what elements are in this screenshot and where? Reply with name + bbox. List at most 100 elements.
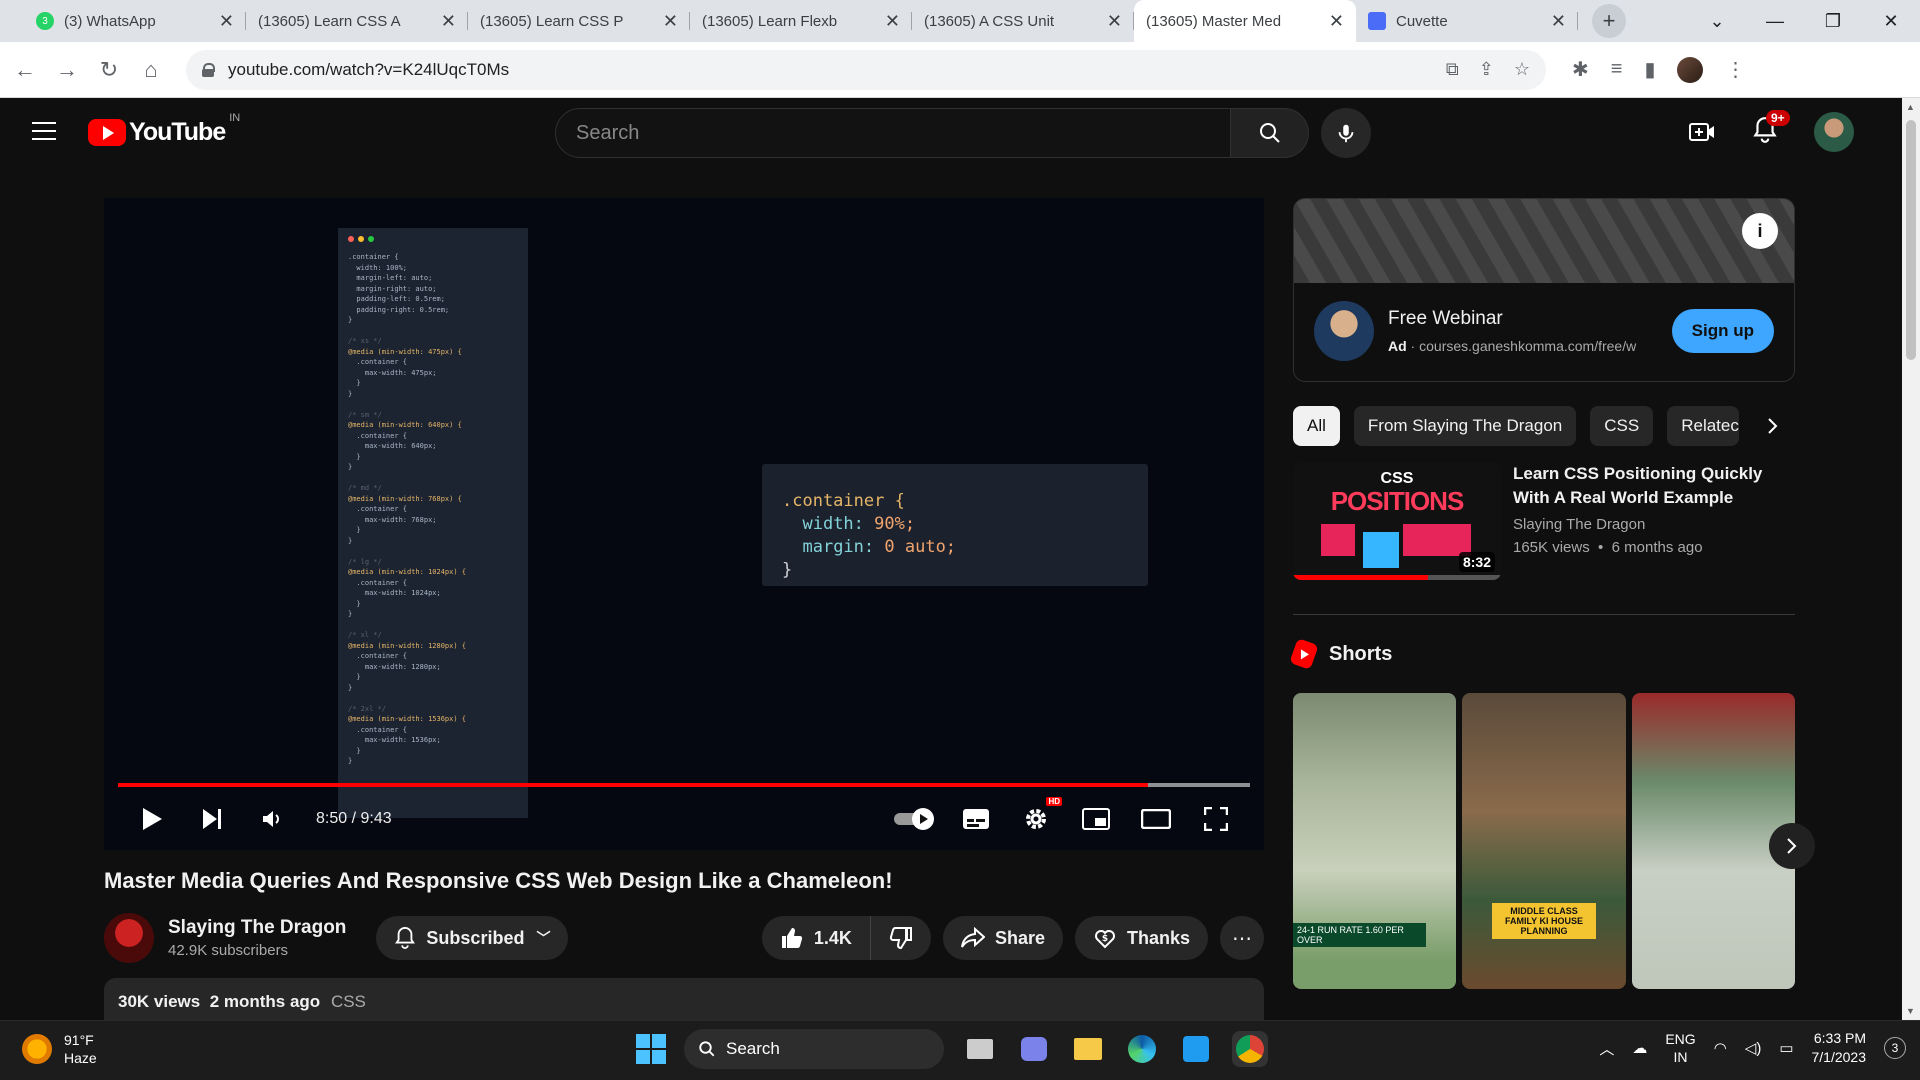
bookmark-star-icon[interactable]: ☆ <box>1514 59 1530 80</box>
search-button[interactable] <box>1231 108 1309 158</box>
recommended-video[interactable]: CSS POSITIONS 8:32 Learn CSS Positioning… <box>1293 462 1795 580</box>
youtube-logo[interactable]: YouTube IN <box>88 112 240 147</box>
filter-chip[interactable]: All <box>1293 406 1340 446</box>
tab-close-icon[interactable]: ✕ <box>663 11 678 32</box>
fullscreen-button[interactable] <box>1186 799 1246 839</box>
channel-name[interactable]: Slaying The Dragon <box>168 917 346 939</box>
guide-menu-icon[interactable] <box>32 122 56 140</box>
scroll-up-arrow[interactable]: ▲ <box>1906 102 1915 112</box>
create-video-icon[interactable] <box>1688 120 1716 144</box>
close-window-button[interactable]: ✕ <box>1862 0 1920 42</box>
filter-chip[interactable]: From Slaying The Dragon <box>1353 406 1577 446</box>
home-button[interactable]: ⌂ <box>130 49 172 91</box>
ad-banner[interactable]: i <box>1294 199 1794 283</box>
windows-start-icon[interactable] <box>636 1034 666 1064</box>
task-view-icon[interactable] <box>962 1031 998 1067</box>
miniplayer-button[interactable] <box>1066 799 1126 839</box>
extensions-icon[interactable]: ✱ <box>1572 57 1589 82</box>
ad-card[interactable]: i Free Webinar Ad · courses.ganeshkomma.… <box>1293 198 1795 382</box>
media-controls-icon[interactable]: ≡ <box>1611 58 1623 81</box>
browser-tab[interactable]: (13605) Learn Flexb ✕ <box>690 0 912 112</box>
shorts-next-button[interactable] <box>1769 823 1815 869</box>
filter-chip[interactable]: CSS <box>1590 406 1654 446</box>
new-tab-button[interactable]: + <box>1592 4 1626 38</box>
tab-search-icon[interactable]: ⌄ <box>1688 0 1746 42</box>
account-avatar[interactable] <box>1814 112 1854 152</box>
more-actions-button[interactable]: ⋯ <box>1220 916 1264 960</box>
next-button[interactable] <box>182 799 242 839</box>
share-page-icon[interactable]: ⇪ <box>1479 59 1494 80</box>
system-clock[interactable]: 6:33 PM 7/1/2023 <box>1812 1029 1867 1067</box>
code-line: margin-left: auto; <box>348 274 433 282</box>
edge-browser-icon[interactable] <box>1124 1031 1160 1067</box>
scrollbar-thumb[interactable] <box>1906 120 1916 360</box>
chips-next-button[interactable] <box>1753 406 1793 446</box>
side-panel-icon[interactable]: ▮ <box>1644 57 1655 82</box>
tab-close-icon[interactable]: ✕ <box>219 11 234 32</box>
tab-close-icon[interactable]: ✕ <box>1107 11 1122 32</box>
short-item[interactable]: 24-1 RUN RATE 1.60 PER OVER <box>1293 693 1457 989</box>
filter-chip[interactable]: Relatec <box>1667 406 1740 446</box>
tab-close-icon[interactable]: ✕ <box>1329 11 1344 32</box>
vscode-icon[interactable] <box>1178 1031 1214 1067</box>
omnibox[interactable]: youtube.com/watch?v=K24lUqcT0Ms ⧉ ⇪ ☆ <box>186 49 1546 90</box>
back-button[interactable]: ← <box>4 49 46 91</box>
autoplay-toggle[interactable] <box>886 799 946 839</box>
share-button[interactable]: Share <box>942 916 1063 960</box>
tab-close-icon[interactable]: ✕ <box>441 11 456 32</box>
search-input[interactable]: Search <box>555 108 1231 158</box>
short-item[interactable]: MIDDLE CLASS FAMILY KI HOUSE PLANNING <box>1462 693 1626 989</box>
video-tag[interactable]: CSS <box>331 992 366 1011</box>
seek-bar[interactable] <box>118 783 1250 787</box>
speaker-icon[interactable]: ◁) <box>1745 1039 1762 1057</box>
weather-widget[interactable]: 91°F Haze <box>22 1031 97 1067</box>
profile-avatar[interactable] <box>1677 56 1704 83</box>
recommended-channel[interactable]: Slaying The Dragon <box>1513 516 1783 533</box>
subtitles-button[interactable] <box>946 799 1006 839</box>
recommended-thumbnail[interactable]: CSS POSITIONS 8:32 <box>1293 462 1501 580</box>
scroll-down-arrow[interactable]: ▼ <box>1906 1006 1915 1016</box>
browser-menu-icon[interactable]: ⋮ <box>1725 57 1745 82</box>
description-box[interactable]: 30K views 2 months ago CSS <box>104 978 1264 1020</box>
play-button[interactable] <box>122 799 182 839</box>
taskbar-search[interactable]: Search <box>684 1029 944 1069</box>
browser-tab[interactable]: Cuvette ✕ <box>1356 0 1578 42</box>
like-button[interactable]: 1.4K <box>762 916 871 960</box>
video-player[interactable]: .container { width: 100%; margin-left: a… <box>104 198 1264 850</box>
browser-tab[interactable]: (13605) Learn CSS A ✕ <box>246 0 468 112</box>
file-explorer-icon[interactable] <box>1070 1031 1106 1067</box>
battery-icon[interactable]: ▭ <box>1779 1039 1793 1057</box>
browser-tab[interactable]: 3 (3) WhatsApp ✕ <box>24 0 246 42</box>
subscribed-button[interactable]: Subscribed ﹀ <box>376 916 569 960</box>
reload-button[interactable]: ↻ <box>88 49 130 91</box>
tab-close-icon[interactable]: ✕ <box>1551 11 1566 32</box>
forward-button[interactable]: → <box>46 49 88 91</box>
thanks-button[interactable]: $ Thanks <box>1074 916 1208 960</box>
onedrive-cloud-icon[interactable]: ☁ <box>1632 1039 1647 1057</box>
open-in-app-icon[interactable]: ⧉ <box>1446 59 1459 80</box>
browser-tab[interactable]: (13605) A CSS Unit ✕ <box>912 0 1134 112</box>
info-icon[interactable]: i <box>1742 213 1778 249</box>
browser-tab[interactable]: (13605) Master Med ✕ <box>1134 0 1356 112</box>
browser-tab[interactable]: (13605) Learn CSS P ✕ <box>468 0 690 112</box>
notification-center-badge[interactable]: 3 <box>1884 1037 1906 1059</box>
country-code: IN <box>229 112 241 124</box>
channel-avatar[interactable] <box>104 913 154 963</box>
show-hidden-icons-chevron-icon[interactable]: ︿ <box>1599 1038 1614 1059</box>
tab-close-icon[interactable]: ✕ <box>885 11 900 32</box>
voice-search-button[interactable] <box>1321 108 1371 158</box>
input-language[interactable]: ENG IN <box>1665 1030 1695 1066</box>
recommended-title[interactable]: Learn CSS Positioning Quickly With A Rea… <box>1513 462 1783 510</box>
minimize-button[interactable]: — <box>1746 0 1804 42</box>
settings-button[interactable]: HD <box>1006 797 1066 839</box>
ad-signup-button[interactable]: Sign up <box>1671 309 1774 353</box>
restore-button[interactable]: ❐ <box>1804 0 1862 42</box>
theater-mode-button[interactable] <box>1126 799 1186 839</box>
mute-button[interactable] <box>242 799 302 839</box>
dislike-button[interactable] <box>871 916 931 960</box>
notifications-button[interactable]: 9+ <box>1752 109 1790 149</box>
teams-chat-icon[interactable] <box>1016 1031 1052 1067</box>
page-scrollbar[interactable]: ▲ ▼ <box>1902 98 1920 1020</box>
wifi-icon[interactable]: ◠ <box>1714 1039 1727 1057</box>
chrome-icon[interactable] <box>1232 1031 1268 1067</box>
